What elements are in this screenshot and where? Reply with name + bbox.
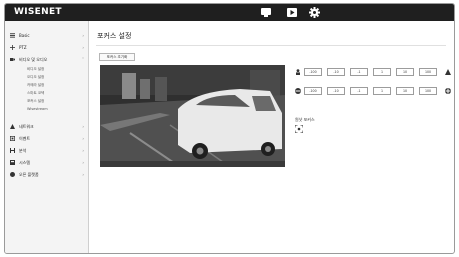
monitor-icon[interactable]: [261, 8, 271, 17]
sidebar-item-label: 분석: [19, 148, 27, 153]
sidebar-subitem-wisestream[interactable]: Wisestream: [27, 106, 82, 113]
sidebar-item-basic[interactable]: Basic ›: [10, 31, 86, 40]
sidebar-item-ptz[interactable]: PTZ ›: [10, 43, 86, 52]
zoom-step-plus-100-button[interactable]: 100: [419, 68, 437, 76]
chevron-right-icon: ›: [82, 160, 84, 165]
zoom-step-minus-100-button[interactable]: -100: [304, 68, 322, 76]
video-audio-icon: [10, 58, 15, 61]
sidebar-subitem-smart-codec[interactable]: 스마트 코덱: [27, 90, 82, 97]
sidebar-item-label: 시스템: [19, 160, 31, 165]
sidebar-item-system[interactable]: 시스템 ›: [10, 158, 86, 167]
sidebar-subitem-audio-settings[interactable]: 오디오 설정: [27, 74, 82, 81]
focus-step-plus-1-button[interactable]: 1: [373, 87, 391, 95]
app-window: WISENET Basic › PTZ › 비디오 및 오디오 ˅ 비디오 설정…: [4, 3, 455, 254]
sidebar-item-label: 네트워크: [19, 124, 34, 129]
chevron-right-icon: ›: [82, 33, 84, 38]
focus-control-row: -100 -10 -1 1 10 100: [295, 87, 454, 95]
zoom-step-plus-10-button[interactable]: 10: [396, 68, 414, 76]
chevron-right-icon: ›: [82, 45, 84, 50]
sidebar-item-network[interactable]: 네트워크 ›: [10, 122, 86, 131]
page-title: 포커스 설정: [97, 32, 132, 40]
settings-gear-icon[interactable]: [309, 7, 320, 18]
focus-step-minus-10-button[interactable]: -10: [327, 87, 345, 95]
chevron-down-icon: ˅: [82, 57, 84, 62]
open-platform-icon: [10, 172, 15, 177]
focus-reset-button[interactable]: 포커스 초기화: [99, 53, 135, 61]
zoom-step-minus-1-button[interactable]: -1: [350, 68, 368, 76]
autofocus-label: 원샷 포커스: [295, 117, 315, 122]
chevron-right-icon: ›: [82, 124, 84, 129]
brand-logo: WISENET: [14, 7, 62, 17]
chevron-right-icon: ›: [82, 148, 84, 153]
chevron-right-icon: ›: [82, 136, 84, 141]
sidebar-item-label: PTZ: [19, 45, 27, 50]
focus-near-icon: [295, 88, 301, 94]
sidebar-item-label: 비디오 및 오디오: [19, 57, 48, 62]
chevron-right-icon: ›: [82, 172, 84, 177]
sidebar-item-label: 이벤트: [19, 136, 31, 141]
sidebar-subitem-focus-settings[interactable]: 포커스 설정: [27, 98, 82, 105]
analytics-icon: [10, 148, 15, 153]
zoom-step-plus-1-button[interactable]: 1: [373, 68, 391, 76]
sidebar-subitem-camera-settings[interactable]: 카메라 설정: [27, 82, 82, 89]
zoom-in-mountain-icon: [445, 69, 451, 75]
sidebar-item-event[interactable]: 이벤트 ›: [10, 134, 86, 143]
sidebar-subitem-video-settings[interactable]: 비디오 설정: [27, 66, 82, 73]
focus-far-icon: [445, 88, 451, 94]
event-icon: [10, 136, 15, 141]
top-bar: WISENET: [5, 4, 454, 21]
sidebar-item-open-platform[interactable]: 오픈 플랫폼 ›: [10, 170, 86, 179]
sidebar-item-analytics[interactable]: 분석 ›: [10, 146, 86, 155]
move-arrows-icon: [10, 45, 15, 50]
main-content: 포커스 설정 포커스 초기화 -100 -10 -1 1 10 100 -100…: [90, 21, 454, 253]
playback-icon[interactable]: [287, 8, 297, 17]
list-icon: [10, 33, 15, 38]
sidebar: Basic › PTZ › 비디오 및 오디오 ˅ 비디오 설정 오디오 설정 …: [5, 21, 89, 253]
camera-live-view[interactable]: [100, 65, 285, 167]
zoom-step-minus-10-button[interactable]: -10: [327, 68, 345, 76]
focus-step-plus-10-button[interactable]: 10: [396, 87, 414, 95]
sidebar-item-video-audio[interactable]: 비디오 및 오디오 ˅: [10, 55, 86, 64]
focus-step-plus-100-button[interactable]: 100: [419, 87, 437, 95]
focus-step-minus-100-button[interactable]: -100: [304, 87, 322, 95]
zoom-out-person-icon: [296, 69, 300, 75]
focus-step-minus-1-button[interactable]: -1: [350, 87, 368, 95]
autofocus-target-icon[interactable]: [295, 125, 303, 133]
sidebar-item-label: 오픈 플랫폼: [19, 172, 39, 177]
sidebar-item-label: Basic: [19, 33, 30, 38]
system-icon: [10, 160, 15, 165]
network-icon: [10, 124, 15, 129]
title-divider: [96, 45, 446, 46]
zoom-control-row: -100 -10 -1 1 10 100: [295, 68, 454, 76]
